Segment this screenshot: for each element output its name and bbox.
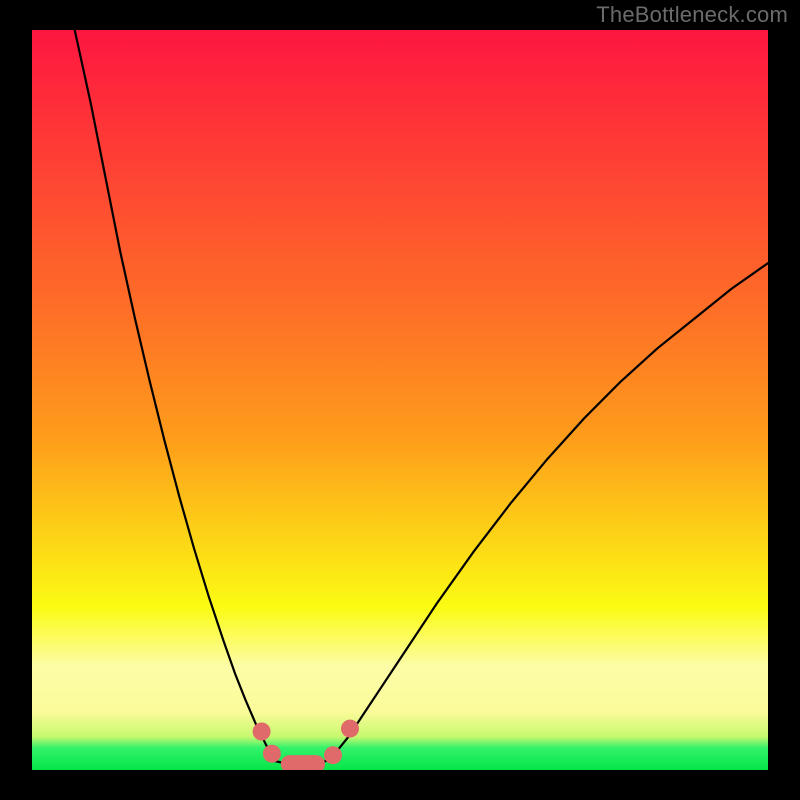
- watermark-text: TheBottleneck.com: [596, 2, 788, 28]
- plot-svg: [32, 30, 768, 770]
- plot-area: [32, 30, 768, 770]
- datapoint-dot: [341, 720, 359, 738]
- datapoint-dot: [324, 746, 342, 764]
- chart-frame: TheBottleneck.com: [0, 0, 800, 800]
- datapoint-dot: [263, 745, 281, 763]
- datapoint-dot: [253, 723, 271, 741]
- datapoint-pill: [281, 755, 325, 770]
